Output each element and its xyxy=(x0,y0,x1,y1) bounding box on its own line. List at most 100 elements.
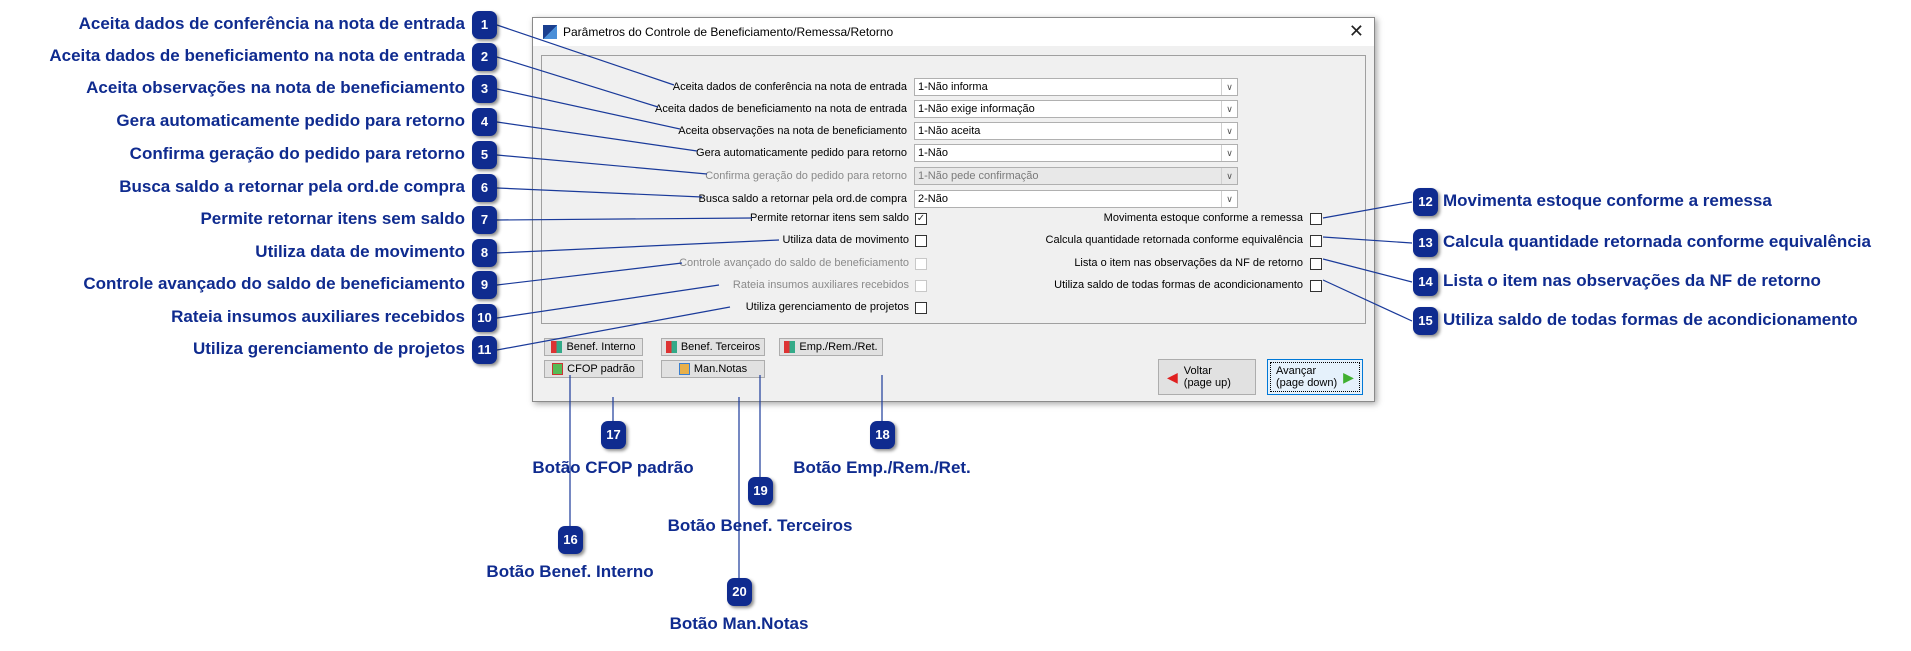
voltar-label: Voltar (page up) xyxy=(1184,365,1231,389)
benef-interno-button[interactable]: Benef. Interno xyxy=(544,338,643,356)
combo-value: 1-Não pede confirmação xyxy=(918,170,1039,182)
callout-label: Lista o item nas observações da NF de re… xyxy=(1443,271,1821,290)
checkbox[interactable] xyxy=(1310,213,1322,225)
callout-label: Movimenta estoque conforme a remessa xyxy=(1443,191,1772,210)
combo-select[interactable]: 1-Não ∨ xyxy=(914,144,1238,162)
combo-label: Aceita dados de conferência na nota de e… xyxy=(672,81,907,93)
callout-badge: 10 xyxy=(472,304,497,332)
combo-select[interactable]: 1-Não aceita ∨ xyxy=(914,122,1238,140)
combo-select: 1-Não pede confirmação ∨ xyxy=(914,167,1238,185)
avancar-button[interactable]: Avançar (page down) ▶ xyxy=(1267,359,1363,395)
chevron-down-icon: ∨ xyxy=(1221,145,1237,161)
checkbox[interactable] xyxy=(1310,280,1322,292)
callout-badge: 6 xyxy=(472,174,497,202)
voltar-button[interactable]: ◀ Voltar (page up) xyxy=(1158,359,1256,395)
arrow-right-icon: ▶ xyxy=(1343,368,1354,385)
combo-label: Confirma geração do pedido para retorno xyxy=(705,170,907,182)
callout-badge: 15 xyxy=(1413,307,1438,335)
combo-select[interactable]: 2-Não ∨ xyxy=(914,190,1238,208)
callout-badge: 11 xyxy=(472,336,497,364)
combo-label: Aceita dados de beneficiamento na nota d… xyxy=(655,103,907,115)
callout-label: Controle avançado do saldo de beneficiam… xyxy=(83,274,465,293)
chevron-down-icon: ∨ xyxy=(1221,79,1237,95)
callout-badge: 3 xyxy=(472,75,497,103)
close-icon[interactable]: ✕ xyxy=(1349,21,1364,42)
avancar-text: Avançar xyxy=(1276,365,1317,377)
callout-badge: 20 xyxy=(727,578,752,606)
checkbox-label: Rateia insumos auxiliares recebidos xyxy=(732,279,909,291)
callout-label: Calcula quantidade retornada conforme eq… xyxy=(1443,232,1871,251)
callout-badge: 9 xyxy=(472,271,497,299)
cfop-padrao-button[interactable]: CFOP padrão xyxy=(544,360,643,378)
dialog-title: Parâmetros do Controle de Beneficiamento… xyxy=(563,25,894,39)
callout-label: Botão CFOP padrão xyxy=(532,458,694,477)
document-icon xyxy=(552,363,564,375)
combo-value: 1-Não exige informação xyxy=(918,103,1035,115)
people-icon xyxy=(784,341,796,353)
combo-select[interactable]: 1-Não exige informação ∨ xyxy=(914,100,1238,118)
callout-badge: 19 xyxy=(748,477,773,505)
callout-badge: 14 xyxy=(1413,268,1438,296)
people-icon xyxy=(551,341,563,353)
voltar-shortcut: (page up) xyxy=(1183,377,1231,389)
callout-label: Confirma geração do pedido para retorno xyxy=(129,144,465,163)
callout-badge: 17 xyxy=(601,421,626,449)
callout-badge: 4 xyxy=(472,108,497,136)
callout-badge: 12 xyxy=(1413,188,1438,216)
callout-label: Aceita dados de conferência na nota de e… xyxy=(78,14,465,33)
checkbox-label: Permite retornar itens sem saldo xyxy=(750,212,909,224)
checkbox-label: Utiliza data de movimento xyxy=(782,234,909,246)
checkbox[interactable] xyxy=(915,302,927,314)
callout-badge: 2 xyxy=(472,43,497,71)
callout-badge: 16 xyxy=(558,526,583,554)
title-bar: Parâmetros do Controle de Beneficiamento… xyxy=(533,18,1374,46)
callout-label: Aceita observações na nota de beneficiam… xyxy=(86,78,465,97)
combo-label: Busca saldo a retornar pela ord.de compr… xyxy=(698,193,907,205)
voltar-text: Voltar xyxy=(1183,365,1212,377)
people-icon xyxy=(665,341,677,353)
callout-label: Aceita dados de beneficiamento na nota d… xyxy=(49,46,465,65)
callout-badge: 8 xyxy=(472,239,497,267)
callout-label: Permite retornar itens sem saldo xyxy=(200,209,465,228)
checkbox xyxy=(915,258,927,270)
callout-label: Botão Man.Notas xyxy=(669,614,809,633)
callout-label: Rateia insumos auxiliares recebidos xyxy=(171,307,465,326)
parameters-dialog: Parâmetros do Controle de Beneficiamento… xyxy=(532,17,1375,402)
checkbox[interactable] xyxy=(1310,235,1322,247)
callout-label: Gera automaticamente pedido para retorno xyxy=(116,111,465,130)
checkbox-label: Movimenta estoque conforme a remessa xyxy=(1103,212,1303,224)
callout-badge: 7 xyxy=(472,206,497,234)
combo-value: 1-Não aceita xyxy=(918,125,981,137)
chevron-down-icon: ∨ xyxy=(1221,191,1237,207)
callout-badge: 5 xyxy=(472,141,497,169)
checkbox-label: Calcula quantidade retornada conforme eq… xyxy=(1045,234,1303,246)
callout-label: Utiliza saldo de todas formas de acondic… xyxy=(1443,310,1858,329)
checkbox-label: Controle avançado do saldo de beneficiam… xyxy=(679,257,909,269)
emp-rem-ret-button[interactable]: Emp./Rem./Ret. xyxy=(779,338,883,356)
callout-label: Utiliza gerenciamento de projetos xyxy=(192,339,465,358)
checkbox-label: Utiliza gerenciamento de projetos xyxy=(745,301,909,313)
callout-label: Botão Benef. Terceiros xyxy=(667,516,853,535)
checkbox[interactable] xyxy=(915,235,927,247)
combo-value: 1-Não xyxy=(918,147,948,159)
avancar-shortcut: (page down) xyxy=(1276,377,1338,389)
callout-badge: 13 xyxy=(1413,229,1438,257)
combo-label: Gera automaticamente pedido para retorno xyxy=(696,147,907,159)
notes-icon xyxy=(678,363,690,375)
man-notas-button[interactable]: Man.Notas xyxy=(661,360,765,378)
combo-select[interactable]: 1-Não informa ∨ xyxy=(914,78,1238,96)
callout-label: Utiliza data de movimento xyxy=(255,242,465,261)
callout-badge: 18 xyxy=(870,421,895,449)
checkbox xyxy=(915,280,927,292)
callout-label: Busca saldo a retornar pela ord.de compr… xyxy=(119,177,465,196)
app-icon xyxy=(543,25,557,39)
chevron-down-icon: ∨ xyxy=(1221,168,1237,184)
arrow-left-icon: ◀ xyxy=(1167,368,1178,385)
checkbox[interactable]: ✓ xyxy=(915,213,927,225)
benef-terceiros-button[interactable]: Benef. Terceiros xyxy=(661,338,765,356)
avancar-label: Avançar (page down) xyxy=(1276,365,1337,389)
checkbox-label: Utiliza saldo de todas formas de acondic… xyxy=(1054,279,1303,291)
combo-label: Aceita observações na nota de beneficiam… xyxy=(678,125,907,137)
checkbox-label: Lista o item nas observações da NF de re… xyxy=(1074,257,1303,269)
checkbox[interactable] xyxy=(1310,258,1322,270)
